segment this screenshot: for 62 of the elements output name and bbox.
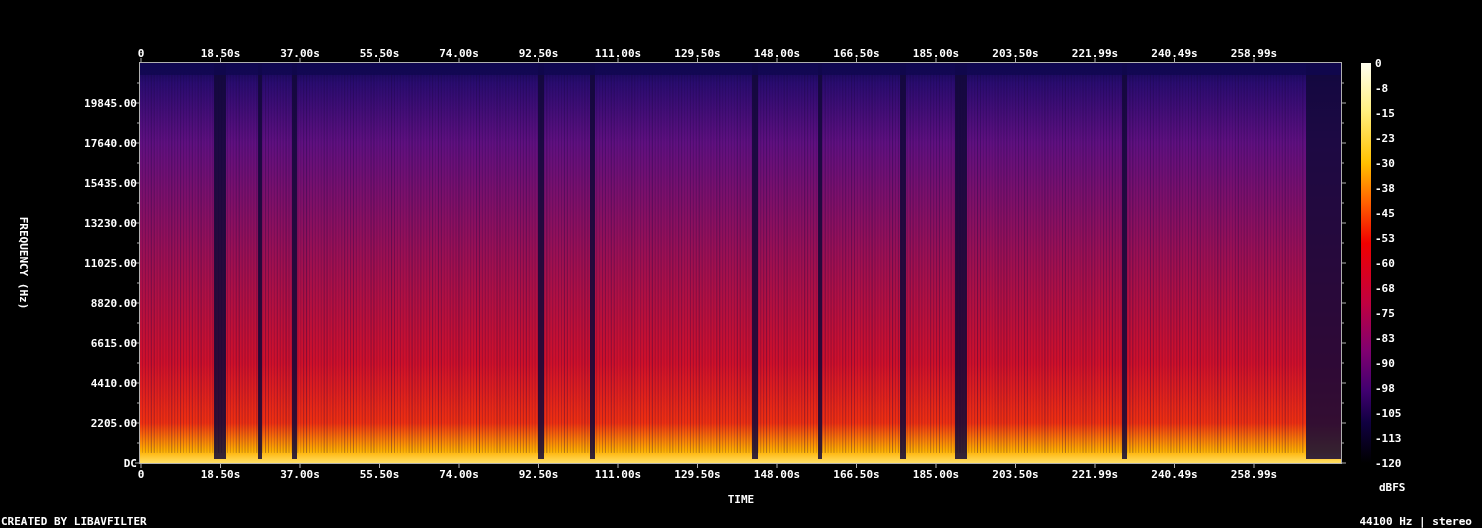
color-scale-label: -90 [1375,357,1395,370]
frequency-tick-label: 11025.00 [84,257,137,270]
color-scale-label: -15 [1375,107,1395,120]
time-tick-label: 185.00s [912,47,960,60]
time-tick-label: 111.00s [594,468,642,481]
frequency-tick-label: 2205.00 [90,417,137,430]
time-tick-label: 111.00s [594,47,642,60]
frequency-tick-label: 15435.00 [84,177,137,190]
time-tick-label: 55.50s [359,47,400,60]
time-tick-label: 240.49s [1151,468,1198,481]
color-scale-label: -30 [1375,157,1395,170]
frequency-tick-label: 13230.00 [84,217,137,230]
color-scale-label: -45 [1375,207,1395,220]
color-scale-label: -68 [1375,282,1395,295]
time-tick-label: 185.00s [912,468,960,481]
time-tick-label: 148.00s [753,468,801,481]
time-tick-label: 166.50s [833,468,880,481]
time-tick-label: 92.50s [518,468,559,481]
time-tick-label: 18.50s [200,468,241,481]
time-tick-label: 74.00s [439,47,479,60]
time-tick-label: 92.50s [518,47,559,60]
color-scale-label: -105 [1375,407,1402,420]
time-tick-label: 18.50s [200,47,241,60]
color-scale-label: -83 [1375,332,1395,345]
time-tick-label: 221.99s [1071,47,1119,60]
audio-format-text: 44100 Hz | stereo [1359,515,1472,528]
time-tick-label: 0 [137,468,145,481]
frequency-tick-label: 17640.00 [84,137,137,150]
frequency-tick-label: 4410.00 [90,377,137,390]
y-axis-label: FREQUENCY (Hz) [17,216,30,310]
frequency-tick-label: 19845.00 [84,97,137,110]
time-tick-label: 166.50s [833,47,880,60]
x-axis-label: TIME [727,493,755,506]
color-scale-label: -23 [1375,132,1395,145]
time-tick-label: 258.99s [1230,468,1278,481]
credit-text: CREATED BY LIBAVFILTER [1,515,147,528]
time-tick-label: 203.50s [992,47,1039,60]
time-tick-label: 55.50s [359,468,400,481]
frequency-tick-label: 6615.00 [90,337,137,350]
color-scale-label: -53 [1375,232,1395,245]
time-tick-label: 203.50s [992,468,1039,481]
frequency-tick-label: DC [123,457,137,470]
time-tick-label: 258.99s [1230,47,1278,60]
time-tick-label: 221.99s [1071,468,1119,481]
time-tick-label: 148.00s [753,47,801,60]
time-tick-label: 129.50s [674,47,721,60]
color-scale-label: -60 [1375,257,1395,270]
time-tick-label: 0 [137,47,145,60]
time-tick-label: 74.00s [439,468,479,481]
color-scale-label: -75 [1375,307,1395,320]
color-scale-label: -120 [1375,457,1402,470]
color-scale-label: 0 [1375,57,1382,70]
color-scale-unit: dBFS [1379,481,1406,494]
color-scale-label: -98 [1375,382,1395,395]
time-tick-label: 240.49s [1151,47,1198,60]
time-tick-label: 37.00s [280,47,320,60]
color-scale-label: -113 [1375,432,1402,445]
color-scale-label: -8 [1375,82,1389,95]
frequency-tick-label: 8820.00 [90,297,137,310]
time-tick-label: 37.00s [280,468,320,481]
time-tick-label: 129.50s [674,468,721,481]
color-scale-label: -38 [1375,182,1395,195]
